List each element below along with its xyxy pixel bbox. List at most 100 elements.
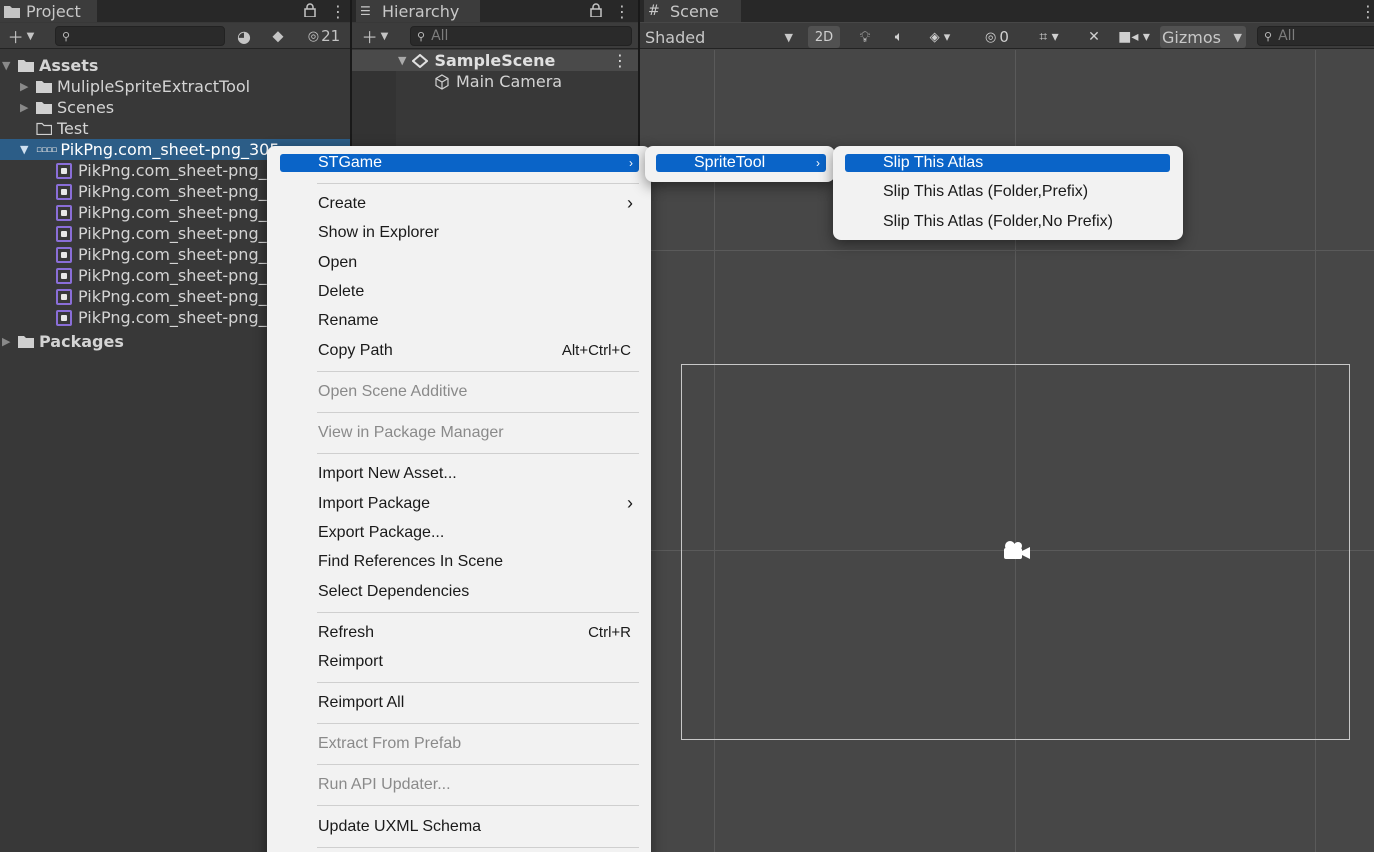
filter-by-label-icon[interactable]: ⬥	[268, 26, 288, 46]
tree-item-assets[interactable]: ▼ Assets	[0, 55, 350, 76]
menu-separator	[317, 764, 639, 765]
menu-item-import-package[interactable]: Import Package ›	[280, 489, 639, 518]
hidden-objects-toggle[interactable]: ◎ 0	[978, 26, 1016, 48]
hierarchy-toolbar: ＋ ▼ ⚲ All	[352, 23, 638, 49]
hierarchy-item-label: Main Camera	[456, 72, 563, 91]
menu-item-refresh[interactable]: Refresh Ctrl+R	[280, 618, 639, 647]
tree-item-label: PikPng.com_sheet-png_3	[78, 308, 277, 327]
camera-gizmo-icon[interactable]	[1000, 540, 1032, 562]
tab-hierarchy-label: Hierarchy	[382, 1, 460, 21]
menu-item-slip-atlas-folder-prefix[interactable]: Slip This Atlas (Folder,Prefix)	[845, 177, 1170, 206]
scene-panel: # Scene ⋮ Shaded ▼ 2D 💡︎ 🔈︎ ◈ ▾ ◎ 0 ⌗ ▾ …	[640, 0, 1374, 852]
hidden-packages-button[interactable]: ◎ 21	[303, 26, 345, 46]
create-dropdown-button[interactable]: ＋ ▼	[358, 26, 392, 47]
gameobject-cube-icon	[435, 73, 449, 90]
create-dropdown-button[interactable]: ＋ ▼	[4, 26, 38, 47]
menu-item-show-in-explorer[interactable]: Show in Explorer	[280, 218, 639, 247]
menu-item-open[interactable]: Open	[280, 248, 639, 277]
menu-separator	[317, 723, 639, 724]
menu-separator	[317, 682, 639, 683]
menu-item-copy-path[interactable]: Copy Path Alt+Ctrl+C	[280, 336, 639, 365]
camera-dropdown-icon[interactable]: ■◂ ▾	[1114, 26, 1154, 48]
tree-item-folder[interactable]: ▶ Scenes	[0, 97, 350, 118]
search-placeholder: All	[1278, 28, 1296, 44]
project-toolbar: ＋ ▼ ⚲ ◕ ⬥ ◎ 21	[0, 23, 350, 49]
hierarchy-scene-row[interactable]: ▼ SampleScene ⋮	[352, 50, 638, 71]
collapse-arrow-icon[interactable]: ▶	[20, 81, 30, 92]
menu-item-find-references[interactable]: Find References In Scene	[280, 547, 639, 576]
filter-by-type-icon[interactable]: ◕	[234, 26, 254, 46]
menu-item-reimport-all[interactable]: Reimport All	[280, 688, 639, 717]
tools-icon[interactable]: ✕	[1082, 26, 1106, 48]
menu-item-label: Delete	[318, 282, 365, 300]
scene-tabbar: # Scene ⋮	[640, 0, 1374, 22]
menu-item-rename[interactable]: Rename	[280, 306, 639, 335]
scene-name: SampleScene	[434, 51, 556, 70]
chevron-down-icon: ▼	[380, 30, 389, 42]
tab-project-label: Project	[26, 1, 81, 21]
collapse-arrow-icon[interactable]: ▶	[20, 102, 30, 113]
more-options-icon[interactable]: ⋮	[612, 51, 628, 70]
menu-item-label: Run API Updater...	[318, 775, 451, 793]
menu-item-create[interactable]: Create ›	[280, 189, 639, 218]
tree-item-label: PikPng.com_sheet-png_3	[78, 182, 277, 201]
tab-hierarchy[interactable]: ☰ Hierarchy	[356, 0, 480, 22]
menu-item-label: Export Package...	[318, 523, 445, 541]
expand-arrow-icon[interactable]: ▼	[20, 144, 30, 155]
menu-item-update-uxml-schema[interactable]: Update UXML Schema	[280, 812, 639, 841]
tree-item-folder[interactable]: Test	[0, 118, 350, 139]
chevron-right-icon: ›	[627, 193, 633, 213]
lighting-toggle-icon[interactable]: 💡︎	[850, 26, 880, 48]
shading-mode-value: Shaded	[645, 27, 706, 47]
tree-item-label: PikPng.com_sheet-png_305	[60, 140, 280, 159]
chevron-down-icon: ▼	[784, 30, 793, 44]
menu-item-slip-this-atlas[interactable]: Slip This Atlas	[845, 154, 1170, 172]
gizmos-dropdown[interactable]: Gizmos ▼	[1160, 26, 1246, 48]
more-options-icon[interactable]: ⋮	[330, 2, 346, 21]
audio-toggle-icon[interactable]: 🔈︎	[884, 26, 914, 48]
menu-item-reimport[interactable]: Reimport	[280, 647, 639, 676]
project-search-input[interactable]: ⚲	[55, 26, 225, 46]
hierarchy-search-input[interactable]: ⚲ All	[410, 26, 632, 46]
menu-item-delete[interactable]: Delete	[280, 277, 639, 306]
grid-snapping-dropdown-icon[interactable]: ⌗ ▾	[1024, 26, 1074, 48]
hierarchy-item-main-camera[interactable]: Main Camera	[352, 71, 638, 92]
menu-item-slip-atlas-folder-no-prefix[interactable]: Slip This Atlas (Folder,No Prefix)	[845, 207, 1170, 236]
expand-arrow-icon[interactable]: ▼	[2, 60, 12, 71]
scene-search-input[interactable]: ⚲ All	[1257, 26, 1374, 46]
more-options-icon[interactable]: ⋮	[1360, 2, 1374, 21]
tree-item-folder[interactable]: ▶ MulipleSpriteExtractTool	[0, 76, 350, 97]
sprite-icon	[56, 309, 72, 326]
collapse-arrow-icon[interactable]: ▶	[2, 336, 12, 347]
more-options-icon[interactable]: ⋮	[614, 2, 630, 21]
menu-item-label: Reimport All	[318, 693, 405, 711]
lock-icon[interactable]	[304, 3, 316, 17]
tab-scene[interactable]: # Scene	[644, 0, 741, 22]
menu-item-label: Import Package	[318, 494, 431, 512]
tree-item-label: PikPng.com_sheet-png_3	[78, 266, 277, 285]
shading-mode-dropdown[interactable]: Shaded ▼	[645, 26, 795, 48]
menu-item-export-package[interactable]: Export Package...	[280, 518, 639, 547]
expand-arrow-icon[interactable]: ▼	[398, 54, 406, 67]
lock-icon[interactable]	[590, 3, 602, 17]
tab-project[interactable]: Project	[0, 0, 97, 22]
asset-context-menu: STGame › Create › Show in Explorer Open De…	[267, 146, 651, 852]
menu-item-stgame[interactable]: STGame ›	[280, 154, 639, 172]
tree-item-label: Test	[57, 119, 89, 138]
menu-item-import-new-asset[interactable]: Import New Asset...	[280, 459, 639, 488]
list-icon: ☰	[360, 4, 371, 18]
effects-dropdown-icon[interactable]: ◈ ▾	[920, 26, 960, 48]
menu-item-select-dependencies[interactable]: Select Dependencies	[280, 577, 639, 606]
menu-item-open-scene-additive: Open Scene Additive	[280, 377, 639, 406]
menu-item-spritetool[interactable]: SpriteTool ›	[656, 154, 826, 172]
menu-separator	[317, 805, 639, 806]
stgame-submenu: SpriteTool ›	[645, 146, 835, 182]
tree-item-label: PikPng.com_sheet-png_3	[78, 203, 277, 222]
sprite-icon	[56, 267, 72, 284]
unity-scene-icon	[412, 53, 429, 68]
2d-toggle-button[interactable]: 2D	[808, 26, 840, 48]
search-icon: ⚲	[417, 29, 426, 43]
menu-item-label: Slip This Atlas (Folder,No Prefix)	[883, 212, 1114, 230]
menu-separator	[317, 612, 639, 613]
menu-separator	[317, 183, 639, 184]
